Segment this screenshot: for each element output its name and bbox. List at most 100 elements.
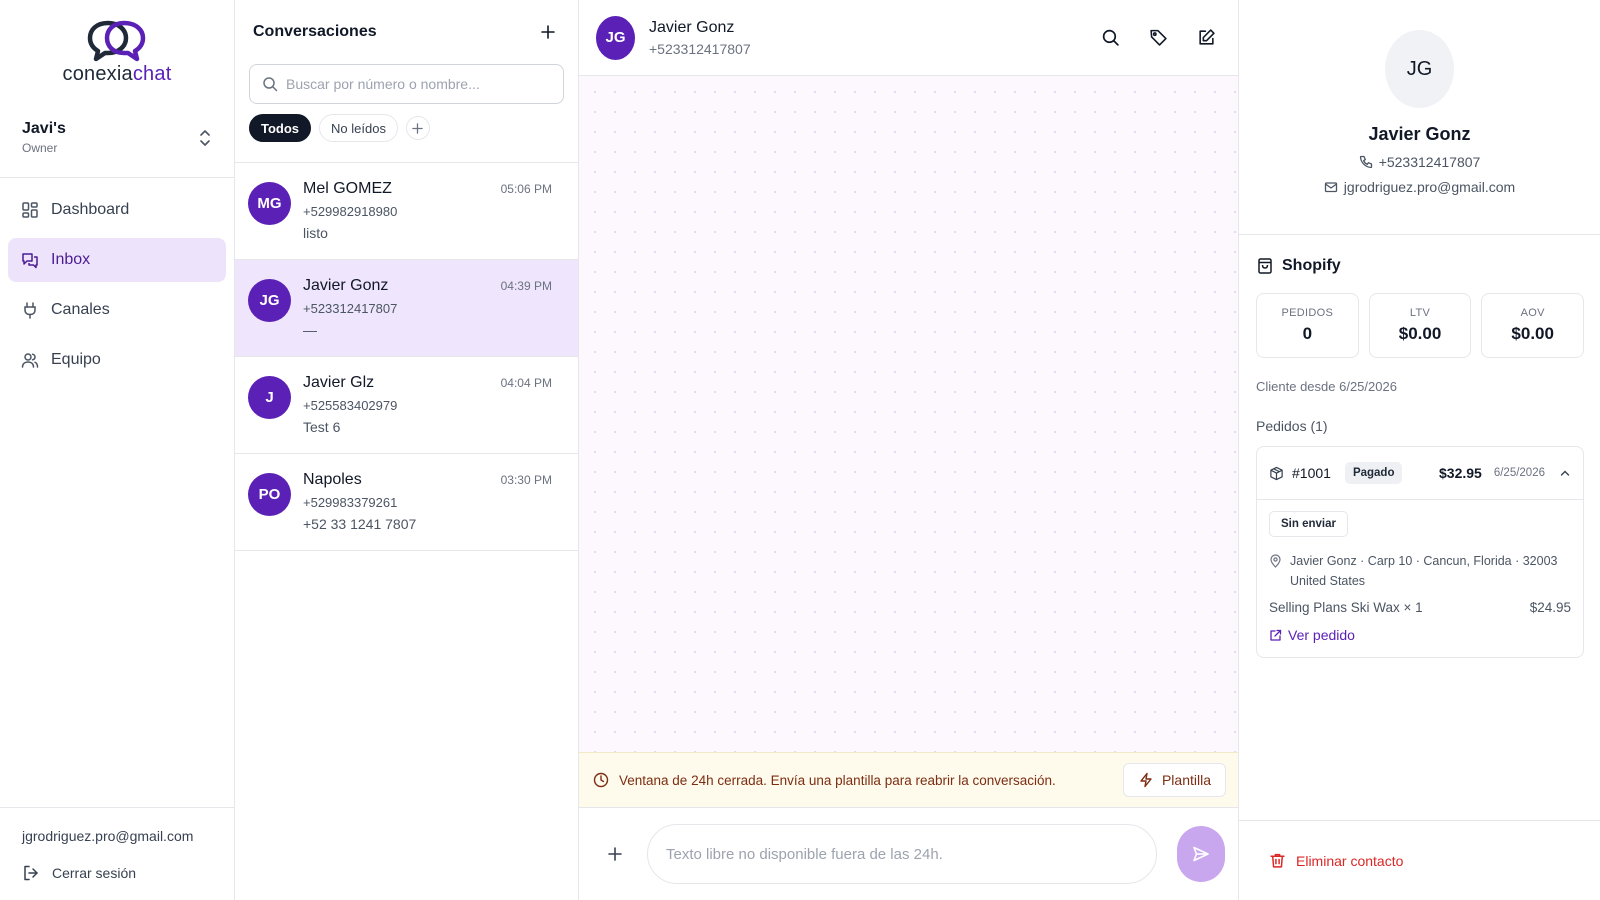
order-total: $32.95 <box>1439 465 1482 481</box>
sidebar-item-dashboard[interactable]: Dashboard <box>8 188 226 232</box>
sidebar-item-inbox[interactable]: Inbox <box>8 238 226 282</box>
chat-contact-phone: +523312417807 <box>649 40 751 57</box>
plug-icon <box>24 302 36 319</box>
tag-icon <box>1149 29 1167 46</box>
message-preview: Test 6 <box>303 419 341 435</box>
window-closed-banner: Ventana de 24h cerrada. Envía una planti… <box>579 752 1238 808</box>
avatar: JG <box>248 279 291 322</box>
send-button[interactable] <box>1177 826 1225 882</box>
filter-no-leidos[interactable]: No leídos <box>319 114 398 142</box>
stat-value: $0.00 <box>1511 324 1554 343</box>
template-button[interactable]: Plantilla <box>1122 763 1226 797</box>
external-link-icon <box>1270 629 1282 641</box>
users-icon <box>21 353 39 368</box>
stat-card-pedidos: PEDIDOS 0 <box>1256 293 1359 358</box>
contact-name: Javier Gonz <box>303 277 389 294</box>
shopping-bag-icon <box>1258 258 1272 274</box>
sidebar-item-canales[interactable]: Canales <box>8 288 226 332</box>
stat-card-ltv: LTV $0.00 <box>1368 293 1472 358</box>
search-messages-button[interactable] <box>1098 26 1122 50</box>
logout-icon <box>24 865 38 881</box>
search-input[interactable] <box>286 76 551 92</box>
conversations-title: Conversaciones <box>253 23 377 40</box>
conversation-item[interactable]: J Javier Glz 04:04 PM +525583402979 Test… <box>235 357 578 454</box>
add-filter-button[interactable] <box>405 116 430 140</box>
order-header[interactable]: #1001 Pagado $32.95 6/25/2026 <box>1257 447 1583 500</box>
package-icon <box>1270 466 1283 480</box>
workspace-name: Javi's <box>22 120 66 137</box>
address-line-2: United States <box>1290 574 1366 588</box>
contact-phone: +529983379261 <box>303 495 398 510</box>
logout-button[interactable]: Cerrar sesión <box>22 864 212 882</box>
stat-card-aov: AOV $0.00 <box>1481 293 1585 358</box>
contact-phone-row: +523312417807 <box>1359 154 1480 170</box>
search-icon <box>1102 29 1119 46</box>
template-label: Plantilla <box>1161 772 1211 788</box>
sidebar-footer: jgrodriguez.pro@gmail.com Cerrar sesión <box>0 807 234 900</box>
timestamp: 05:06 PM <box>500 182 552 196</box>
grid-icon <box>22 202 38 218</box>
stat-value: 0 <box>1302 324 1313 343</box>
shipping-address: Javier Gonz · Carp 10 · Cancun, Florida … <box>1269 551 1571 591</box>
message-preview: +52 33 1241 7807 <box>303 516 417 532</box>
send-icon <box>1193 846 1209 862</box>
sidebar-item-equipo[interactable]: Equipo <box>8 338 226 382</box>
stat-label: PEDIDOS <box>1281 307 1334 319</box>
line-item-name: Selling Plans Ski Wax × 1 <box>1269 600 1423 615</box>
attach-button[interactable] <box>603 841 627 867</box>
shopify-stats: PEDIDOS 0 LTV $0.00 AOV $0.00 <box>1256 293 1585 358</box>
avatar: PO <box>248 473 291 516</box>
new-conversation-button[interactable] <box>536 20 560 44</box>
clock-icon <box>593 772 609 788</box>
chat-header: JG Javier Gonz +523312417807 <box>579 0 1238 76</box>
view-order-link[interactable]: Ver pedido <box>1269 627 1571 643</box>
sidebar-nav: Dashboard Inbox Canales Equipo <box>0 178 234 807</box>
filter-todos[interactable]: Todos <box>249 114 312 142</box>
contact-panel: JG Javier Gonz +523312417807 jgrodriguez… <box>1239 0 1600 900</box>
contact-phone: +525583402979 <box>303 398 398 413</box>
logout-label: Cerrar sesión <box>52 865 137 881</box>
tag-button[interactable] <box>1146 26 1170 50</box>
chat-icon <box>22 253 38 269</box>
conversation-item[interactable]: PO Napoles 03:30 PM +529983379261 +52 33… <box>235 454 578 551</box>
message-preview: listo <box>303 225 328 241</box>
order-number: #1001 <box>1292 465 1331 481</box>
delete-contact-button[interactable]: Eliminar contacto <box>1239 820 1600 900</box>
message-area <box>579 76 1238 752</box>
chat-bubbles-logo-icon <box>87 20 146 61</box>
message-input[interactable] <box>666 845 1138 863</box>
edit-icon <box>1198 29 1215 45</box>
stat-value: $0.00 <box>1398 324 1442 343</box>
avatar: J <box>248 376 291 419</box>
sidebar-item-label: Equipo <box>51 351 101 368</box>
orders-title: Pedidos (1) <box>1256 418 1328 434</box>
contact-phone: +523312417807 <box>303 301 398 316</box>
sidebar-item-label: Inbox <box>51 251 91 268</box>
chat-contact-name: Javier Gonz <box>649 18 735 36</box>
shopify-section: Shopify PEDIDOS 0 LTV $0.00 AOV $0.00 Cl… <box>1239 235 1600 820</box>
payment-status-badge: Pagado <box>1344 462 1403 484</box>
contact-name: Mel GOMEZ <box>303 180 392 197</box>
delete-contact-label: Eliminar contacto <box>1296 852 1404 869</box>
sidebar-item-label: Dashboard <box>51 201 130 218</box>
conversation-item[interactable]: JG Javier Gonz 04:39 PM +523312417807 — <box>235 260 578 357</box>
contact-phone: +529982918980 <box>303 204 398 219</box>
line-item-price: $24.95 <box>1529 600 1571 615</box>
contact-name: Napoles <box>303 471 362 488</box>
contact-email: jgrodriguez.pro@gmail.com <box>1343 179 1516 195</box>
map-pin-icon <box>1270 554 1281 568</box>
edit-contact-button[interactable] <box>1194 26 1218 50</box>
shopify-title: Shopify <box>1256 257 1584 275</box>
stat-label: AOV <box>1520 307 1545 319</box>
app: conexiachat Javi's Owner Dashboard Inbox… <box>0 0 1600 900</box>
view-order-label: Ver pedido <box>1288 627 1355 643</box>
contact-name: Javier Glz <box>303 374 375 391</box>
workspace-switcher[interactable]: Javi's Owner <box>0 98 234 178</box>
conversation-list: MG Mel GOMEZ 05:06 PM +529982918980 list… <box>235 163 578 551</box>
phone-icon <box>1359 155 1372 169</box>
conversation-item[interactable]: MG Mel GOMEZ 05:06 PM +529982918980 list… <box>235 163 578 260</box>
plus-icon <box>608 847 622 861</box>
message-input-wrapper <box>647 824 1157 884</box>
avatar: JG <box>596 15 635 60</box>
order-line-item: Selling Plans Ski Wax × 1 $24.95 <box>1269 600 1571 615</box>
